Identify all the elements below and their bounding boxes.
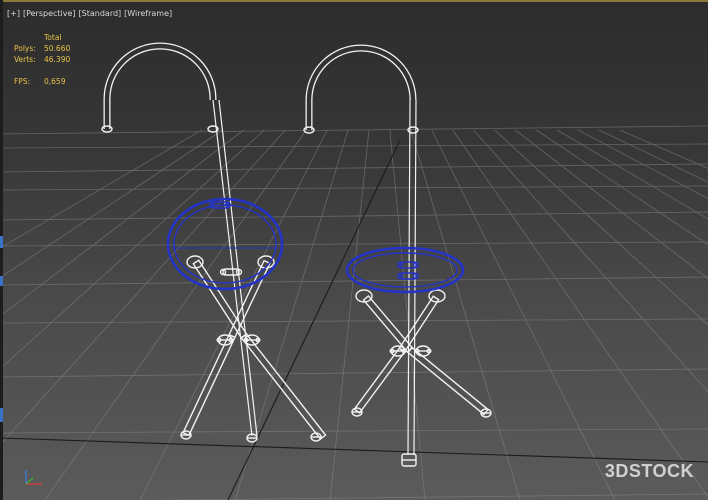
grid-line — [389, 129, 426, 500]
grid-line — [329, 129, 370, 500]
grid-line — [0, 185, 708, 191]
axis-line — [0, 437, 708, 463]
grid-line — [473, 129, 708, 393]
leg-tube — [398, 295, 440, 353]
grid-line — [0, 129, 265, 370]
leg-tube — [182, 333, 236, 437]
stats-fps-value: 0,659 — [44, 77, 66, 86]
viewport-menu-shading-mode[interactable]: [Wireframe] — [124, 9, 172, 19]
viewport-label-menu: [+] [Perspective] [Standard] [Wireframe] — [7, 9, 172, 19]
grid-line — [0, 241, 708, 247]
grid-line — [577, 129, 708, 199]
grid-line — [234, 129, 349, 500]
grid-line — [598, 129, 708, 183]
stats-row-verts: Verts: 46.390 — [14, 54, 84, 65]
cane-shaft — [218, 99, 258, 437]
stats-polys-value: 50.660 — [44, 44, 71, 53]
grid-line — [619, 129, 708, 169]
seat-selected-inner — [352, 252, 458, 288]
grid-line — [556, 129, 708, 220]
axis-line — [227, 139, 401, 500]
watermark-logo: 3DSTOCK — [604, 461, 694, 481]
cane-handle-inner — [306, 45, 416, 130]
side-tab-marker — [0, 408, 3, 422]
xyz-axis-icon — [25, 470, 42, 485]
grid-line — [410, 129, 521, 500]
grid-line — [141, 493, 708, 500]
viewport-left-edge — [0, 0, 3, 500]
scene-statistics: Total Polys: 50.660 Verts: 46.390 FPS: 0… — [14, 32, 84, 87]
leg-tube — [228, 259, 271, 339]
cane-handle-inner — [104, 43, 216, 129]
grid-line — [0, 143, 708, 149]
leg-tube — [362, 294, 414, 354]
grid-line — [0, 211, 708, 221]
leg-tube — [240, 333, 327, 440]
stats-header: Total — [44, 33, 62, 42]
grid-line — [494, 129, 708, 326]
leg-tube — [406, 346, 490, 416]
cane-shaft — [212, 99, 253, 437]
grid-line — [535, 129, 708, 246]
scene-canvas[interactable] — [0, 0, 708, 500]
grid-line — [0, 428, 708, 434]
grid-line — [0, 318, 708, 324]
leg-tube — [353, 347, 406, 414]
stool-cane-right[interactable] — [303, 44, 492, 467]
stats-fps-label: FPS: — [14, 77, 31, 86]
grid-line — [452, 129, 708, 498]
grid-line — [0, 368, 708, 378]
stats-verts-label: Verts: — [14, 55, 36, 64]
cane-shaft — [407, 99, 411, 456]
stats-row-fps: FPS: 0,659 — [14, 76, 84, 87]
seat-hinge — [428, 289, 446, 303]
stats-polys-label: Polys: — [14, 44, 36, 53]
side-tab-marker — [0, 236, 3, 248]
stats-row-polys: Polys: 50.660 — [14, 43, 84, 54]
grid-line — [515, 129, 708, 280]
grid-line — [0, 163, 708, 173]
ground-grid — [0, 125, 708, 500]
grid-line — [0, 129, 286, 446]
stats-verts-value: 46.390 — [44, 55, 71, 64]
gizmo-y-axis — [25, 477, 34, 485]
viewport-menu-shading-standard[interactable]: [Standard] — [79, 9, 122, 19]
viewport-menu-view[interactable]: [Perspective] — [23, 9, 76, 19]
viewport-active-border — [0, 0, 708, 2]
viewport-perspective[interactable]: [+] [Perspective] [Standard] [Wireframe]… — [0, 0, 708, 500]
viewport-menu-plus[interactable]: [+] — [7, 9, 20, 19]
side-tab-marker — [0, 276, 3, 286]
